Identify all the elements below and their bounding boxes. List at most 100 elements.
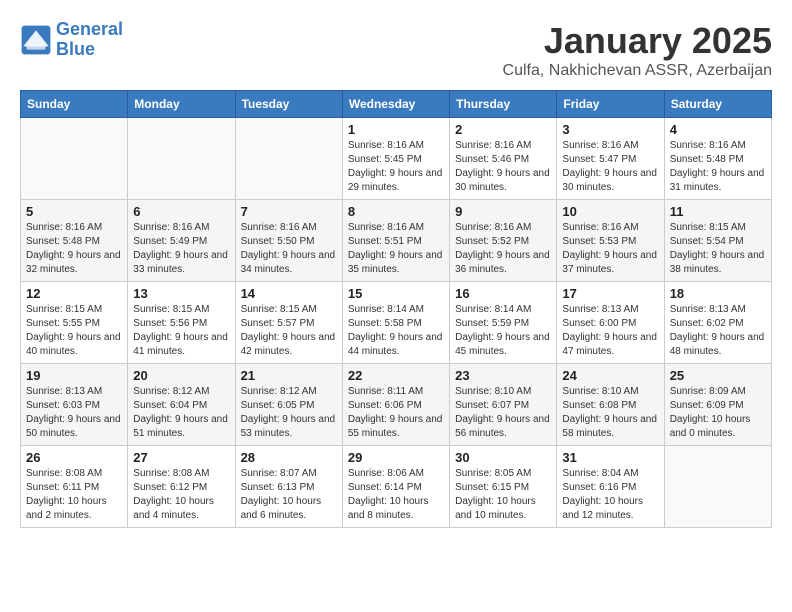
day-number: 9 <box>455 204 551 219</box>
day-info: Sunrise: 8:14 AM Sunset: 5:58 PM Dayligh… <box>348 303 444 359</box>
day-info: Sunrise: 8:12 AM Sunset: 6:05 PM Dayligh… <box>241 385 337 441</box>
week-row-3: 12 Sunrise: 8:15 AM Sunset: 5:55 PM Dayli… <box>21 282 772 364</box>
day-info: Sunrise: 8:13 AM Sunset: 6:02 PM Dayligh… <box>670 303 766 359</box>
header-monday: Monday <box>128 91 235 118</box>
calendar-cell: 15 Sunrise: 8:14 AM Sunset: 5:58 PM Dayli… <box>342 282 449 364</box>
day-info: Sunrise: 8:08 AM Sunset: 6:12 PM Dayligh… <box>133 467 229 523</box>
day-number: 18 <box>670 286 766 301</box>
logo-text: General Blue <box>56 20 123 60</box>
calendar-cell: 25Sunrise: 8:09 AM Sunset: 6:09 PM Dayli… <box>664 364 771 446</box>
calendar-cell <box>664 446 771 528</box>
day-number: 14 <box>241 286 337 301</box>
calendar-cell: 14 Sunrise: 8:15 AM Sunset: 5:57 PM Dayli… <box>235 282 342 364</box>
calendar-cell: 28Sunrise: 8:07 AM Sunset: 6:13 PM Dayli… <box>235 446 342 528</box>
day-info: Sunrise: 8:10 AM Sunset: 6:08 PM Dayligh… <box>562 385 658 441</box>
calendar-cell: 13Sunrise: 8:15 AM Sunset: 5:56 PM Dayli… <box>128 282 235 364</box>
day-number: 3 <box>562 122 658 137</box>
calendar-subtitle: Culfa, Nakhichevan ASSR, Azerbaijan <box>503 62 772 80</box>
day-number: 20 <box>133 368 229 383</box>
calendar-cell: 19 Sunrise: 8:13 AM Sunset: 6:03 PM Dayli… <box>21 364 128 446</box>
calendar-cell: 3 Sunrise: 8:16 AM Sunset: 5:47 PM Daylig… <box>557 118 664 200</box>
week-row-2: 5 Sunrise: 8:16 AM Sunset: 5:48 PM Daylig… <box>21 200 772 282</box>
day-number: 6 <box>133 204 229 219</box>
header-thursday: Thursday <box>450 91 557 118</box>
day-number: 2 <box>455 122 551 137</box>
day-number: 19 <box>26 368 122 383</box>
calendar-cell <box>21 118 128 200</box>
day-number: 10 <box>562 204 658 219</box>
calendar-title: January 2025 <box>503 20 772 62</box>
day-number: 8 <box>348 204 444 219</box>
day-number: 27 <box>133 450 229 465</box>
day-number: 26 <box>26 450 122 465</box>
day-number: 25 <box>670 368 766 383</box>
day-number: 31 <box>562 450 658 465</box>
logo: General Blue <box>20 20 123 60</box>
day-number: 5 <box>26 204 122 219</box>
calendar-cell: 21Sunrise: 8:12 AM Sunset: 6:05 PM Dayli… <box>235 364 342 446</box>
day-info: Sunrise: 8:12 AM Sunset: 6:04 PM Dayligh… <box>133 385 229 441</box>
day-info: Sunrise: 8:05 AM Sunset: 6:15 PM Dayligh… <box>455 467 551 523</box>
day-info: Sunrise: 8:13 AM Sunset: 6:00 PM Dayligh… <box>562 303 658 359</box>
header: General Blue January 2025 Culfa, Nakhich… <box>20 20 772 80</box>
calendar-cell <box>128 118 235 200</box>
header-friday: Friday <box>557 91 664 118</box>
calendar-cell <box>235 118 342 200</box>
day-number: 7 <box>241 204 337 219</box>
calendar-cell: 29 Sunrise: 8:06 AM Sunset: 6:14 PM Dayli… <box>342 446 449 528</box>
title-area: January 2025 Culfa, Nakhichevan ASSR, Az… <box>503 20 772 80</box>
day-info: Sunrise: 8:16 AM Sunset: 5:49 PM Dayligh… <box>133 221 229 277</box>
day-info: Sunrise: 8:07 AM Sunset: 6:13 PM Dayligh… <box>241 467 337 523</box>
day-info: Sunrise: 8:16 AM Sunset: 5:50 PM Dayligh… <box>241 221 337 277</box>
day-info: Sunrise: 8:16 AM Sunset: 5:45 PM Dayligh… <box>348 139 444 195</box>
day-number: 12 <box>26 286 122 301</box>
calendar-cell: 30Sunrise: 8:05 AM Sunset: 6:15 PM Dayli… <box>450 446 557 528</box>
day-info: Sunrise: 8:11 AM Sunset: 6:06 PM Dayligh… <box>348 385 444 441</box>
calendar-cell: 12 Sunrise: 8:15 AM Sunset: 5:55 PM Dayli… <box>21 282 128 364</box>
calendar-cell: 17 Sunrise: 8:13 AM Sunset: 6:00 PM Dayli… <box>557 282 664 364</box>
week-row-5: 26 Sunrise: 8:08 AM Sunset: 6:11 PM Dayli… <box>21 446 772 528</box>
calendar-cell: 9Sunrise: 8:16 AM Sunset: 5:52 PM Daylig… <box>450 200 557 282</box>
calendar-cell: 2 Sunrise: 8:16 AM Sunset: 5:46 PM Daylig… <box>450 118 557 200</box>
day-info: Sunrise: 8:16 AM Sunset: 5:48 PM Dayligh… <box>670 139 766 195</box>
day-number: 1 <box>348 122 444 137</box>
day-info: Sunrise: 8:16 AM Sunset: 5:46 PM Dayligh… <box>455 139 551 195</box>
day-info: Sunrise: 8:08 AM Sunset: 6:11 PM Dayligh… <box>26 467 122 523</box>
calendar-cell: 11Sunrise: 8:15 AM Sunset: 5:54 PM Dayli… <box>664 200 771 282</box>
calendar-cell: 4 Sunrise: 8:16 AM Sunset: 5:48 PM Daylig… <box>664 118 771 200</box>
day-info: Sunrise: 8:15 AM Sunset: 5:57 PM Dayligh… <box>241 303 337 359</box>
day-info: Sunrise: 8:16 AM Sunset: 5:51 PM Dayligh… <box>348 221 444 277</box>
day-info: Sunrise: 8:06 AM Sunset: 6:14 PM Dayligh… <box>348 467 444 523</box>
day-info: Sunrise: 8:10 AM Sunset: 6:07 PM Dayligh… <box>455 385 551 441</box>
day-number: 22 <box>348 368 444 383</box>
header-sunday: Sunday <box>21 91 128 118</box>
calendar-cell: 1 Sunrise: 8:16 AM Sunset: 5:45 PM Daylig… <box>342 118 449 200</box>
day-info: Sunrise: 8:04 AM Sunset: 6:16 PM Dayligh… <box>562 467 658 523</box>
calendar-cell: 16Sunrise: 8:14 AM Sunset: 5:59 PM Dayli… <box>450 282 557 364</box>
day-number: 29 <box>348 450 444 465</box>
day-number: 13 <box>133 286 229 301</box>
calendar-cell: 27 Sunrise: 8:08 AM Sunset: 6:12 PM Dayli… <box>128 446 235 528</box>
day-info: Sunrise: 8:13 AM Sunset: 6:03 PM Dayligh… <box>26 385 122 441</box>
day-info: Sunrise: 8:16 AM Sunset: 5:53 PM Dayligh… <box>562 221 658 277</box>
day-number: 4 <box>670 122 766 137</box>
calendar-cell: 7 Sunrise: 8:16 AM Sunset: 5:50 PM Daylig… <box>235 200 342 282</box>
logo-line1: General <box>56 19 123 39</box>
day-info: Sunrise: 8:16 AM Sunset: 5:47 PM Dayligh… <box>562 139 658 195</box>
calendar-cell: 8 Sunrise: 8:16 AM Sunset: 5:51 PM Daylig… <box>342 200 449 282</box>
day-info: Sunrise: 8:15 AM Sunset: 5:55 PM Dayligh… <box>26 303 122 359</box>
calendar-cell: 5 Sunrise: 8:16 AM Sunset: 5:48 PM Daylig… <box>21 200 128 282</box>
logo-icon <box>20 24 52 56</box>
day-info: Sunrise: 8:14 AM Sunset: 5:59 PM Dayligh… <box>455 303 551 359</box>
logo-line2: Blue <box>56 39 95 59</box>
header-row: Sunday Monday Tuesday Wednesday Thursday… <box>21 91 772 118</box>
header-tuesday: Tuesday <box>235 91 342 118</box>
header-wednesday: Wednesday <box>342 91 449 118</box>
calendar-cell: 10 Sunrise: 8:16 AM Sunset: 5:53 PM Dayli… <box>557 200 664 282</box>
day-info: Sunrise: 8:16 AM Sunset: 5:48 PM Dayligh… <box>26 221 122 277</box>
day-number: 17 <box>562 286 658 301</box>
calendar-cell: 18 Sunrise: 8:13 AM Sunset: 6:02 PM Dayli… <box>664 282 771 364</box>
week-row-1: 1 Sunrise: 8:16 AM Sunset: 5:45 PM Daylig… <box>21 118 772 200</box>
calendar-cell: 26 Sunrise: 8:08 AM Sunset: 6:11 PM Dayli… <box>21 446 128 528</box>
day-number: 15 <box>348 286 444 301</box>
